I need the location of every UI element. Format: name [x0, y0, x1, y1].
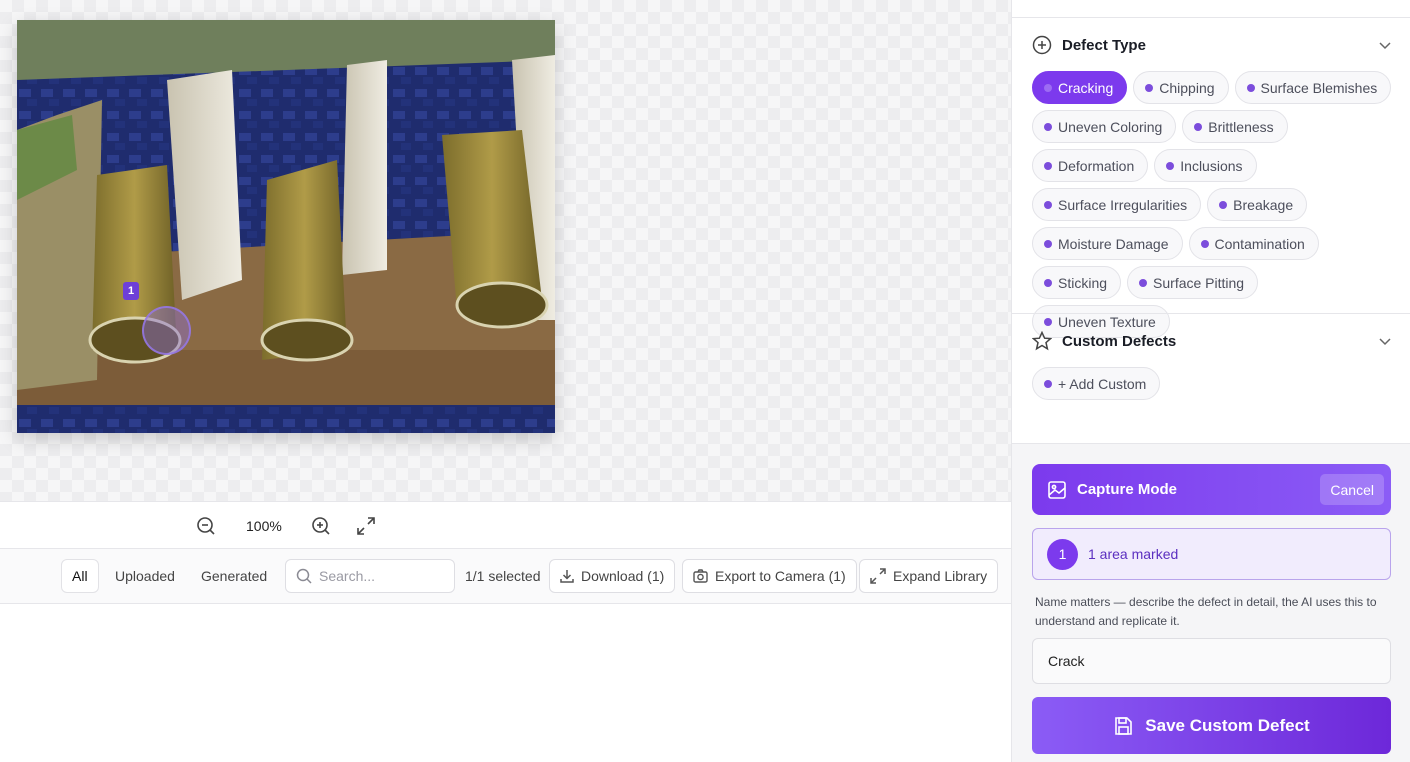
marker-number-badge[interactable]: 1 [123, 282, 139, 300]
chip-dot [1139, 278, 1148, 287]
chip-dot [1044, 379, 1052, 388]
defect-chip-uneven-coloring[interactable]: Uneven Coloring [1032, 110, 1177, 143]
product-image[interactable]: 1 [17, 20, 555, 433]
defect-type-header[interactable]: Defect Type [1032, 33, 1392, 57]
chip-dot [1246, 83, 1255, 92]
defect-chip-label: Brittleness [1208, 118, 1274, 135]
zoom-level-text: 100% [246, 518, 282, 534]
defect-chip-label: Deformation [1058, 157, 1135, 174]
add-custom-label: + Add Custom [1058, 375, 1147, 392]
defect-chip-label: Breakage [1233, 196, 1294, 213]
chip-dot [1044, 83, 1052, 92]
library-toolbar: All Uploaded Generated 1/1 selected Down… [0, 549, 1011, 604]
export-label: Export to Camera (1) [715, 568, 846, 584]
expand-label: Expand Library [893, 568, 988, 584]
capture-mode-title: Capture Mode [1077, 481, 1178, 498]
chip-dot [1044, 317, 1052, 326]
selection-count: 1/1 selected [465, 568, 541, 584]
zoom-in-icon[interactable] [311, 516, 331, 536]
defect-chip-label: Cracking [1058, 79, 1114, 96]
marked-areas-status: 1 1 area marked [1032, 528, 1391, 580]
defect-name-input[interactable] [1032, 638, 1391, 684]
chip-dot [1044, 278, 1052, 287]
filter-tab-all[interactable]: All [61, 559, 99, 593]
section-divider [1012, 313, 1410, 314]
marked-area-circle[interactable] [142, 306, 191, 355]
save-custom-defect-button[interactable]: Save Custom Defect [1032, 697, 1391, 754]
defect-chip-label: Contamination [1214, 235, 1305, 252]
star-icon [1032, 331, 1052, 351]
defect-chip-inclusions[interactable]: Inclusions [1154, 149, 1257, 182]
custom-defects-title: Custom Defects [1062, 332, 1177, 350]
save-label: Save Custom Defect [1145, 715, 1310, 735]
download-icon [560, 570, 574, 583]
defect-chip-surface-irregularities[interactable]: Surface Irregularities [1032, 188, 1202, 221]
right-sidebar: Defect Type Cracking Chipping Surface Blem… [1011, 0, 1410, 762]
image-icon [1048, 480, 1066, 499]
chip-dot [1044, 161, 1052, 170]
defect-chip-cracking[interactable]: Cracking [1032, 71, 1128, 104]
filter-tab-generated[interactable]: Generated [191, 559, 277, 593]
marked-areas-text: 1 area marked [1088, 546, 1179, 562]
sidebar-top-divider [1012, 17, 1410, 18]
pasta-defect-photo [17, 20, 555, 433]
defect-chip-label: Uneven Texture [1058, 313, 1156, 330]
defect-chip-label: Sticking [1058, 274, 1108, 291]
defect-chip-label: Chipping [1159, 79, 1215, 96]
expand-icon [870, 568, 886, 584]
defect-chip-label: Surface Pitting [1153, 274, 1245, 291]
search-input[interactable] [319, 568, 449, 584]
defect-chip-surface-blemishes[interactable]: Surface Blemishes [1234, 71, 1392, 104]
defect-chip-surface-pitting[interactable]: Surface Pitting [1127, 266, 1259, 299]
expand-library-button[interactable]: Expand Library [859, 559, 999, 593]
download-label: Download (1) [581, 568, 665, 584]
defect-type-chips: Cracking Chipping Surface Blemishes Uneven … [1032, 71, 1392, 338]
defect-chip-breakage[interactable]: Breakage [1207, 188, 1308, 221]
defect-chip-brittleness[interactable]: Brittleness [1182, 110, 1288, 143]
defect-chip-deformation[interactable]: Deformation [1032, 149, 1149, 182]
download-button[interactable]: Download (1) [549, 559, 676, 593]
capture-mode-panel: Capture Mode Cancel 1 1 area marked Name… [1012, 443, 1410, 762]
export-to-camera-button[interactable]: Export to Camera (1) [682, 559, 857, 593]
filter-tab-uploaded[interactable]: Uploaded [105, 559, 185, 593]
cancel-button[interactable]: Cancel [1320, 474, 1384, 505]
marked-count-badge: 1 [1047, 538, 1078, 570]
naming-hint: Name matters — describe the defect in de… [1035, 595, 1377, 628]
zoom-out-icon[interactable] [196, 516, 216, 536]
defect-chip-sticking[interactable]: Sticking [1032, 266, 1122, 299]
add-custom-button[interactable]: + Add Custom [1032, 367, 1161, 400]
chip-dot [1194, 122, 1203, 131]
library-grid [0, 604, 1011, 762]
chip-dot [1200, 239, 1209, 248]
defect-chip-label: Moisture Damage [1058, 235, 1169, 252]
chip-dot [1219, 200, 1228, 209]
zoom-toolbar: 100% [0, 503, 1011, 549]
chip-dot [1044, 239, 1052, 248]
search-icon [296, 568, 312, 584]
custom-defect-chips: + Add Custom [1032, 367, 1392, 400]
defect-chip-moisture-damage[interactable]: Moisture Damage [1032, 227, 1183, 260]
chip-dot [1166, 161, 1175, 170]
chip-dot [1044, 122, 1052, 131]
defect-chip-label: Surface Blemishes [1260, 79, 1378, 96]
chevron-down-icon[interactable] [1378, 334, 1392, 348]
camera-icon [693, 569, 708, 583]
defect-chip-label: Uneven Coloring [1058, 118, 1163, 135]
defect-type-title: Defect Type [1062, 36, 1146, 54]
chip-dot [1044, 200, 1052, 209]
save-icon [1115, 716, 1133, 735]
chip-dot [1145, 83, 1154, 92]
capture-mode-header: Capture Mode Cancel [1032, 464, 1391, 515]
image-canvas[interactable]: 1 [0, 0, 1011, 502]
fit-to-screen-icon[interactable] [356, 516, 376, 536]
defect-chip-chipping[interactable]: Chipping [1133, 71, 1229, 104]
chevron-down-icon[interactable] [1378, 38, 1392, 52]
plus-circle-icon [1032, 35, 1052, 55]
defect-chip-contamination[interactable]: Contamination [1188, 227, 1319, 260]
custom-defects-header[interactable]: Custom Defects [1032, 329, 1392, 353]
library-search[interactable] [285, 559, 455, 593]
defect-chip-label: Surface Irregularities [1058, 196, 1188, 213]
defect-chip-label: Inclusions [1180, 157, 1243, 174]
